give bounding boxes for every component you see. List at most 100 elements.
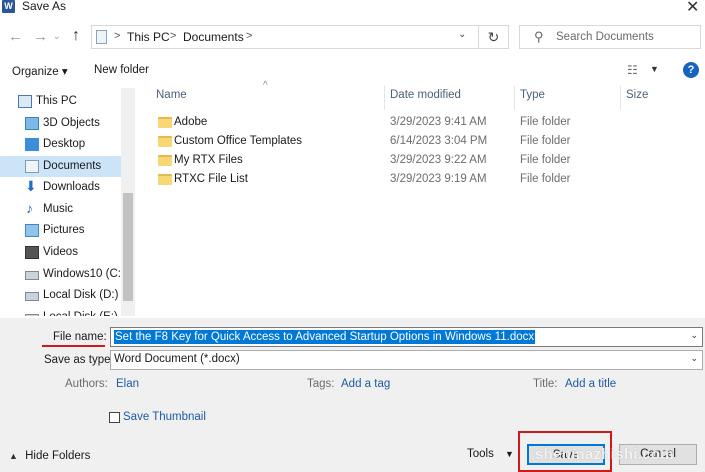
file-date: 3/29/2023 9:41 AM [390,116,487,128]
new-folder-button[interactable]: New folder [94,64,149,76]
refresh-icon[interactable]: ↻ [479,25,509,49]
file-row[interactable]: My RTX Files 3/29/2023 9:22 AM File fold… [150,152,705,171]
column-divider[interactable] [384,86,385,110]
sidebar-item-desktop[interactable]: Desktop [0,134,121,155]
sidebar-item-label: 3D Objects [43,117,100,129]
tools-button[interactable]: Tools [467,448,494,460]
file-name-field[interactable]: Set the F8 Key for Quick Access to Advan… [110,327,703,347]
picture-icon [25,224,39,237]
authors-value[interactable]: Elan [116,378,139,390]
sidebar-item-music[interactable]: ♪ Music [0,199,121,220]
sidebar-item-documents[interactable]: Documents [0,156,121,177]
sidebar-item-this-pc[interactable]: This PC [0,91,121,112]
chevron-down-icon[interactable]: ⌄ [690,353,698,364]
address-dropdown-icon[interactable]: ⌄ [458,29,466,40]
column-header-date-modified[interactable]: Date modified [390,89,461,101]
sidebar-item-local-disk-d[interactable]: Local Disk (D:) [0,285,121,306]
drive-icon [25,292,39,301]
organize-button[interactable]: Organize ▾ [12,64,68,78]
document-icon [25,160,39,173]
sidebar-item-local-disk-e[interactable]: Local Disk (E:) [0,307,121,316]
file-type: File folder [520,116,571,128]
sidebar-item-label: This PC [36,95,77,107]
up-arrow-icon[interactable]: ↑ [72,27,80,45]
folder-icon [158,136,172,147]
column-header-size[interactable]: Size [626,89,648,101]
help-icon[interactable]: ? [683,62,699,78]
sidebar-scrollbar-thumb[interactable] [123,193,133,301]
highlight-underline [42,345,105,347]
file-type: File folder [520,173,571,185]
authors-label: Authors: [65,378,108,390]
breadcrumb-documents[interactable]: Documents [183,30,244,44]
word-app-icon: W [2,0,15,13]
sidebar-item-label: Documents [43,160,102,172]
cube-icon [25,117,39,130]
sidebar-item-label: Desktop [43,138,86,150]
close-icon[interactable]: ✕ [686,0,699,17]
navigation-pane: This PC 3D Objects Desktop Documents ⬇ D… [0,88,135,316]
forward-arrow-icon[interactable]: → [33,28,48,45]
sidebar-item-label: Downloads [43,181,100,193]
folder-icon [158,117,172,128]
file-type: File folder [520,135,571,147]
file-row[interactable]: Custom Office Templates 6/14/2023 3:04 P… [150,133,705,152]
folder-icon [158,174,172,185]
breadcrumb-this-pc[interactable]: This PC [127,30,170,44]
file-name: Custom Office Templates [174,135,303,147]
sidebar-item-label: Local Disk (D:) [43,289,119,301]
sidebar-item-label: Local Disk (E:) [43,307,118,316]
save-thumbnail-checkbox[interactable] [109,412,120,423]
pc-location-icon [96,30,107,44]
search-icon: ⚲ [534,29,544,44]
column-divider[interactable] [514,86,515,110]
music-icon: ♪ [26,200,33,216]
breadcrumb-separator: > [114,30,121,42]
sidebar-item-3d-objects[interactable]: 3D Objects [0,113,121,134]
hide-folders-button[interactable]: ▲ Hide Folders [9,450,90,462]
file-name: My RTX Files [174,154,243,166]
view-dropdown-icon[interactable]: ▼ [650,64,659,74]
sidebar-item-label: Videos [43,246,78,258]
file-date: 3/29/2023 9:19 AM [390,173,487,185]
save-as-type-select[interactable]: Word Document (*.docx) ⌄ [110,350,703,370]
file-name: RTXC File List [174,173,248,185]
drive-icon [25,314,39,316]
chevron-down-icon[interactable]: ⌄ [690,330,698,341]
save-as-type-value: Word Document (*.docx) [114,353,240,365]
file-date: 6/14/2023 3:04 PM [390,135,488,147]
window-title: Save As [22,0,67,13]
column-header-type[interactable]: Type [520,89,545,101]
address-bar[interactable]: > This PC > Documents > ⌄ [91,25,479,49]
sidebar-item-windows10-c[interactable]: Windows10 (C:) [0,264,125,285]
save-thumbnail-label[interactable]: Save Thumbnail [123,411,206,423]
file-date: 3/29/2023 9:22 AM [390,154,487,166]
sidebar-item-pictures[interactable]: Pictures [0,220,121,241]
sidebar-item-label: Music [43,203,74,215]
title-input[interactable]: Add a title [565,378,616,390]
sidebar-item-videos[interactable]: Videos [0,242,121,263]
tags-input[interactable]: Add a tag [341,378,390,390]
view-options-icon[interactable]: ☷ [627,63,638,77]
video-icon [25,246,39,259]
drive-icon [25,271,39,280]
tools-dropdown-icon[interactable]: ▼ [505,449,514,459]
sort-ascending-icon: ^ [263,80,268,91]
column-divider[interactable] [620,86,621,110]
pc-icon [18,95,32,108]
file-name-label: File name: [53,331,107,343]
column-header-name[interactable]: Name [156,89,187,101]
recent-locations-chevron-icon[interactable]: ⌄ [53,31,61,42]
title-bar: W Save As ✕ [0,0,705,18]
save-as-type-label: Save as type: [44,354,114,366]
search-input[interactable]: ⚲ Search Documents [519,25,701,49]
file-row[interactable]: Adobe 3/29/2023 9:41 AM File folder [150,114,705,133]
breadcrumb-separator[interactable]: > [246,30,252,42]
sidebar-item-downloads[interactable]: ⬇ Downloads [0,177,121,198]
breadcrumb-separator: > [170,30,177,42]
sidebar-item-label: Windows10 (C:) [43,268,125,280]
file-row[interactable]: RTXC File List 3/29/2023 9:19 AM File fo… [150,171,705,190]
search-placeholder: Search Documents [556,31,654,43]
folder-icon [158,155,172,166]
back-arrow-icon[interactable]: ← [8,28,23,45]
